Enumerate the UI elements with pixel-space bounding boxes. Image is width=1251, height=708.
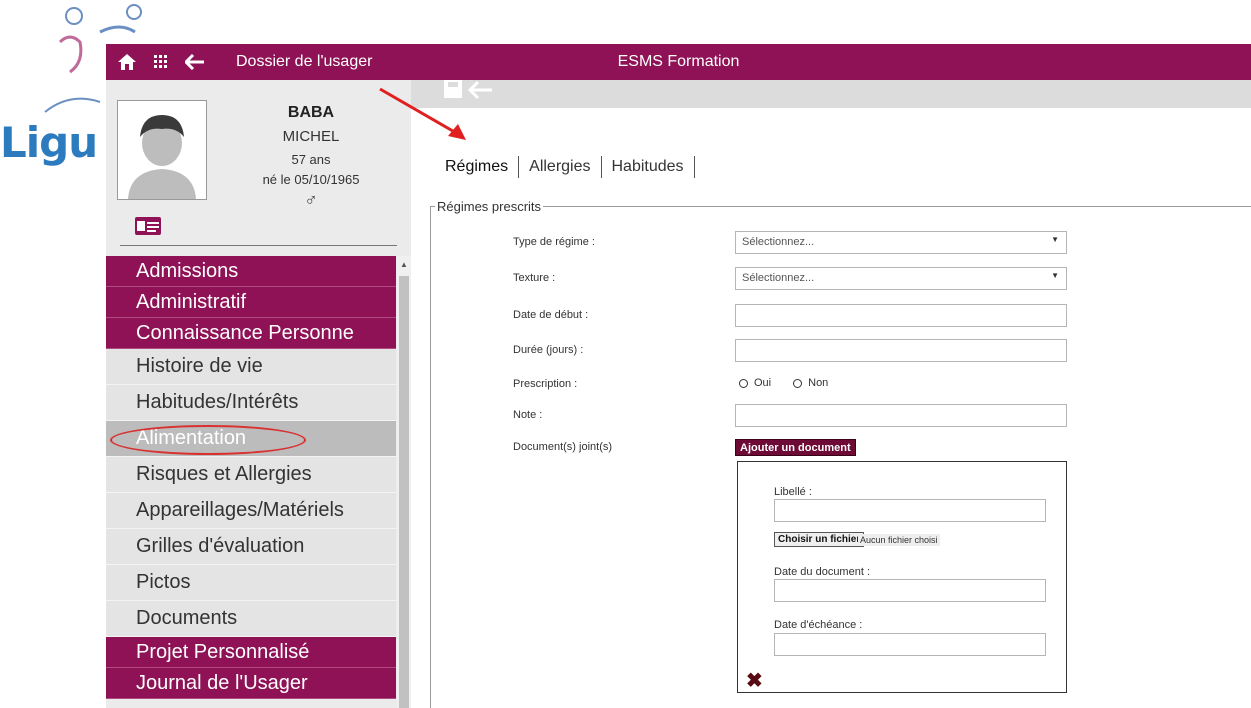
document-panel: Libellé : Choisir un fichier Aucun fichi… xyxy=(737,461,1067,693)
sidebar-item-admissions[interactable]: Admissions xyxy=(106,256,396,287)
tab-bar: Régimes Allergies Habitudes xyxy=(445,156,695,178)
tab-allergies[interactable]: Allergies xyxy=(519,156,602,178)
patient-age: 57 ans xyxy=(291,152,331,167)
background-logo: Ligu xyxy=(0,0,142,170)
prescription-yes-radio[interactable]: Oui xyxy=(739,377,771,389)
note-label: Note : xyxy=(513,409,543,421)
sidebar-item-connaissance-personne[interactable]: Connaissance Personne xyxy=(106,318,396,349)
sidebar-item-risques-allergies[interactable]: Risques et Allergies xyxy=(106,457,396,493)
sidebar-item-documents[interactable]: Documents xyxy=(106,601,396,637)
duration-label: Durée (jours) : xyxy=(513,344,584,356)
prescription-label: Prescription : xyxy=(513,378,578,390)
type-regime-select[interactable]: Sélectionnez... ▼ xyxy=(735,231,1067,254)
select-value: Sélectionnez... xyxy=(742,272,815,284)
delete-icon[interactable]: ✖ xyxy=(746,668,763,693)
divider xyxy=(120,245,397,246)
radio-label: Non xyxy=(808,377,829,389)
radio-circle-icon xyxy=(739,378,748,388)
patient-last-name: BABA xyxy=(287,104,335,121)
due-date-field[interactable] xyxy=(774,633,1046,656)
file-status: Aucun fichier choisi xyxy=(858,534,940,546)
id-card-icon[interactable] xyxy=(135,217,161,240)
annotation-arrow-icon xyxy=(379,87,466,140)
sidebar-item-journal-usager[interactable]: Journal de l'Usager xyxy=(106,668,396,699)
scroll-up-icon[interactable]: ▲ xyxy=(400,260,408,269)
tab-regimes[interactable]: Régimes xyxy=(445,156,520,178)
patient-first-name: MICHEL xyxy=(282,128,340,145)
avatar xyxy=(117,100,207,200)
sidebar-item-projet-personnalise[interactable]: Projet Personnalisé xyxy=(106,637,396,668)
back-arrow-icon[interactable] xyxy=(182,49,208,75)
select-value: Sélectionnez... xyxy=(742,236,815,248)
prescription-no-radio[interactable]: Non xyxy=(793,377,828,389)
highlight-circle xyxy=(110,425,306,455)
prescription-radio-group: Oui Non xyxy=(739,377,828,389)
due-date-label: Date d'échéance : xyxy=(774,619,863,631)
libelle-field[interactable] xyxy=(774,499,1046,522)
libelle-label: Libellé : xyxy=(774,486,812,498)
patient-birth-date: né le 05/10/1965 xyxy=(262,172,360,187)
sidebar-item-alimentation[interactable]: Alimentation xyxy=(106,421,396,457)
tab-habitudes[interactable]: Habitudes xyxy=(602,156,695,178)
duration-field[interactable] xyxy=(735,339,1067,362)
scrollbar-thumb[interactable] xyxy=(399,276,409,708)
dropdown-caret-icon: ▼ xyxy=(1051,271,1059,280)
add-document-button[interactable]: Ajouter un document xyxy=(735,439,856,456)
male-symbol-icon: ♂ xyxy=(304,190,318,210)
app-name: ESMS Formation xyxy=(617,53,740,70)
toolbar xyxy=(411,80,1251,108)
radio-label: Oui xyxy=(754,377,772,389)
dropdown-caret-icon: ▼ xyxy=(1051,235,1059,244)
sidebar-item-administratif[interactable]: Administratif xyxy=(106,287,396,318)
top-bar: Dossier de l'usager ESMS Formation xyxy=(106,44,1251,80)
sidebar-item-appareillages[interactable]: Appareillages/Matériels xyxy=(106,493,396,529)
grid-icon[interactable] xyxy=(148,49,174,75)
note-field[interactable] xyxy=(735,404,1067,427)
documents-label: Document(s) joint(s) xyxy=(513,441,613,453)
sidebar-item-pictos[interactable]: Pictos xyxy=(106,565,396,601)
texture-select[interactable]: Sélectionnez... ▼ xyxy=(735,267,1067,290)
type-regime-label: Type de régime : xyxy=(513,236,595,248)
home-icon[interactable] xyxy=(114,49,140,75)
sidebar-item-habitudes-interets[interactable]: Habitudes/Intérêts xyxy=(106,385,396,421)
document-date-label: Date du document : xyxy=(774,566,871,578)
fieldset-legend: Régimes prescrits xyxy=(437,199,542,214)
patient-sidebar: BABA MICHEL 57 ans né le 05/10/1965 ♂ Ad… xyxy=(106,80,411,708)
choose-file-button[interactable]: Choisir un fichier xyxy=(774,532,865,547)
start-date-label: Date de début : xyxy=(513,309,589,321)
texture-label: Texture : xyxy=(513,272,556,284)
sidebar-scrollbar[interactable]: ▲ xyxy=(397,256,411,708)
page-title: Dossier de l'usager xyxy=(236,53,373,70)
sidebar-item-grilles-evaluation[interactable]: Grilles d'évaluation xyxy=(106,529,396,565)
document-date-field[interactable] xyxy=(774,579,1046,602)
logo-text: Ligu xyxy=(0,118,98,167)
sidebar-menu: Admissions Administratif Connaissance Pe… xyxy=(106,256,396,699)
start-date-field[interactable] xyxy=(735,304,1067,327)
sidebar-item-histoire-de-vie[interactable]: Histoire de vie xyxy=(106,349,396,385)
radio-circle-icon xyxy=(793,378,803,388)
